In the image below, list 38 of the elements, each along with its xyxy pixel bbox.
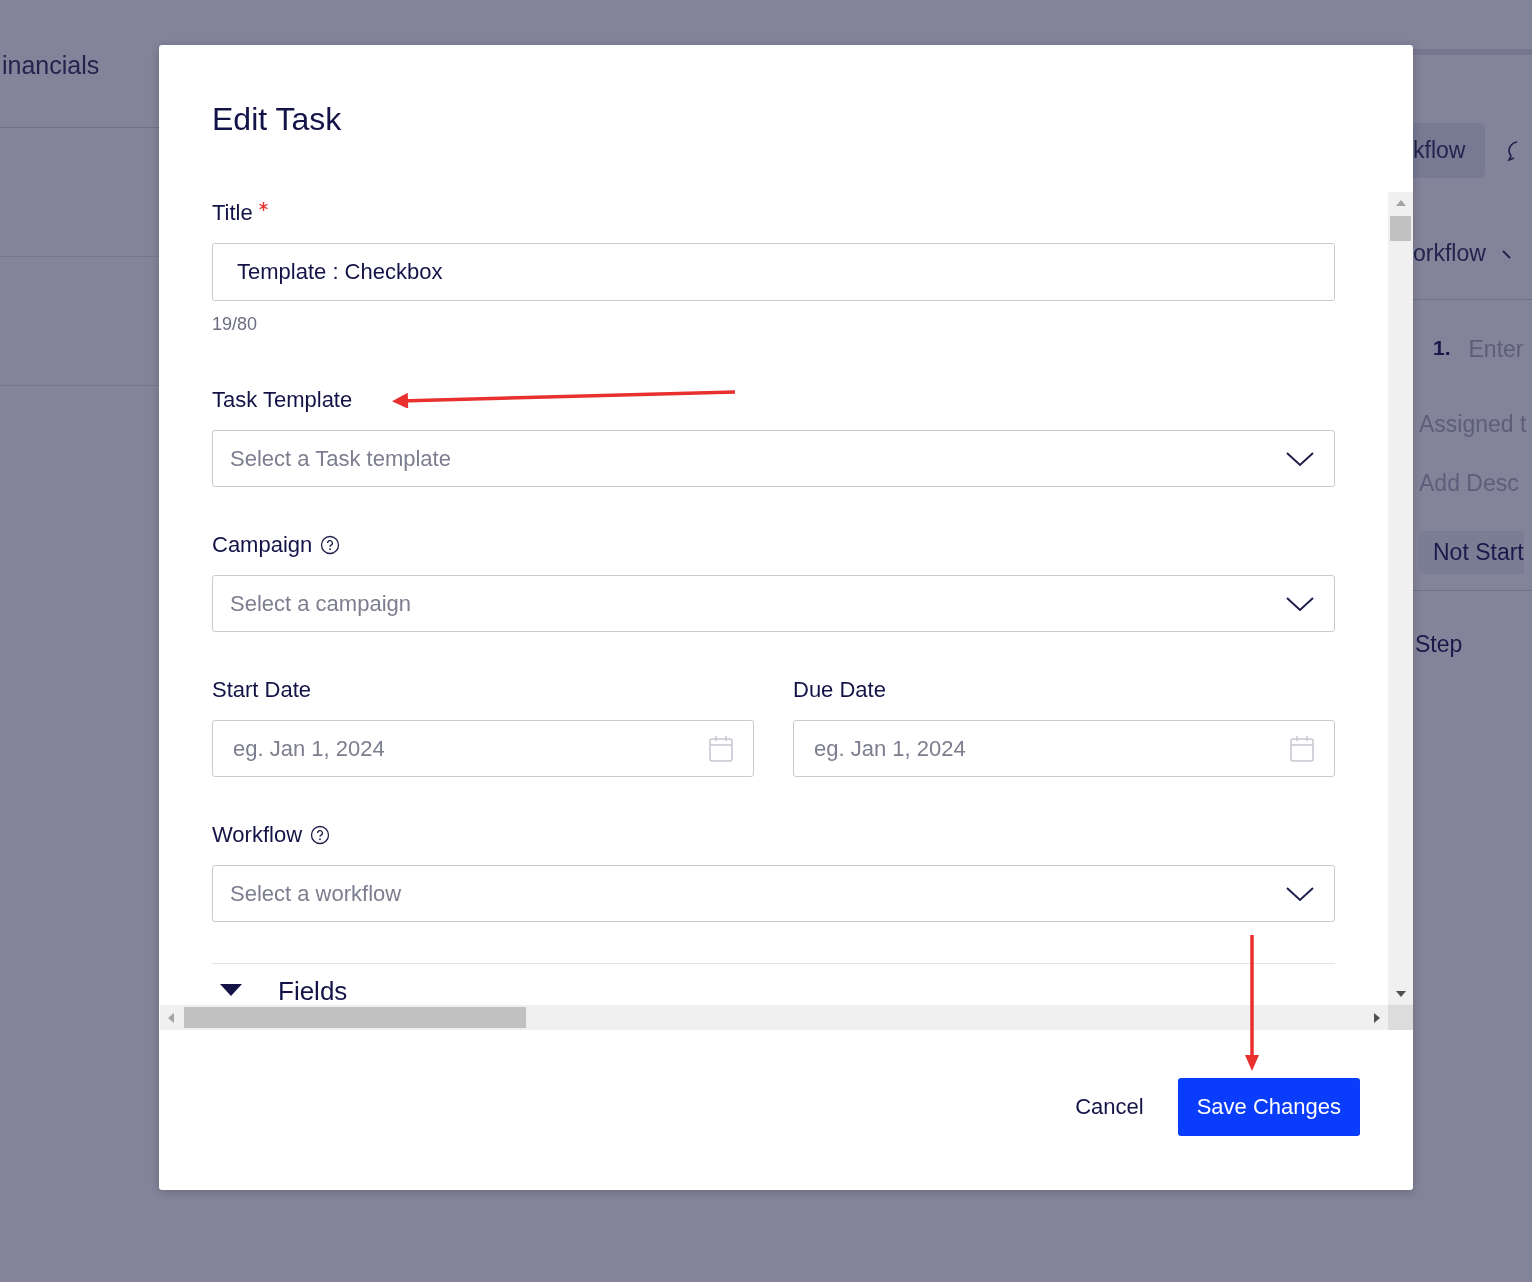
- workflow-menu-label[interactable]: orkflow: [1413, 240, 1486, 267]
- dialog-title: Edit Task: [212, 101, 342, 138]
- date-field[interactable]: eg. Jan 1, 2024: [212, 720, 754, 777]
- field-label: Start Date: [212, 677, 312, 703]
- calendar-icon[interactable]: [1290, 735, 1314, 762]
- caret-down-icon[interactable]: [220, 984, 242, 998]
- field-label: Workflow: [212, 822, 303, 848]
- tab-label[interactable]: inancials: [2, 51, 100, 80]
- scroll-up-icon[interactable]: [1395, 200, 1406, 206]
- scroll-down-icon[interactable]: [1395, 991, 1406, 997]
- field-label: Title: [212, 200, 253, 226]
- select-field[interactable]: Select a campaign: [212, 575, 1335, 632]
- status-badge[interactable]: Not Start: [1419, 531, 1524, 574]
- help-icon[interactable]: [310, 825, 331, 845]
- cancel-button[interactable]: Cancel: [1075, 1084, 1144, 1130]
- save-button[interactable]: Save Changes: [1177, 1078, 1360, 1136]
- step-heading: Step: [1414, 631, 1464, 658]
- chat-icon[interactable]: [1507, 138, 1518, 163]
- date-field[interactable]: eg. Jan 1, 2024: [793, 720, 1335, 777]
- scrollbar-thumb[interactable]: [1390, 216, 1411, 241]
- scrollbar-corner: [1388, 1005, 1413, 1030]
- calendar-icon[interactable]: [709, 735, 733, 762]
- scrollbar-thumb[interactable]: [184, 1007, 526, 1028]
- workflow-button[interactable]: kflow: [1413, 123, 1486, 178]
- scroll-right-icon[interactable]: [1374, 1012, 1380, 1023]
- select-field[interactable]: Select a Task template: [212, 430, 1335, 487]
- horizontal-scrollbar[interactable]: [160, 1005, 1388, 1030]
- step-number: 1.: [1433, 336, 1451, 361]
- help-icon[interactable]: [320, 535, 341, 555]
- field-label: Due Date: [793, 677, 886, 703]
- section-heading[interactable]: Fields: [278, 976, 348, 1005]
- character-counter: 19/80: [212, 314, 259, 335]
- vertical-scrollbar[interactable]: [1388, 192, 1413, 1005]
- scroll-left-icon[interactable]: [168, 1012, 174, 1023]
- select-field[interactable]: Select a workflow: [212, 865, 1335, 922]
- field-label: Campaign: [212, 532, 313, 558]
- title-input[interactable]: Template : Checkbox: [212, 243, 1335, 301]
- field-label: Task Template: [212, 387, 353, 413]
